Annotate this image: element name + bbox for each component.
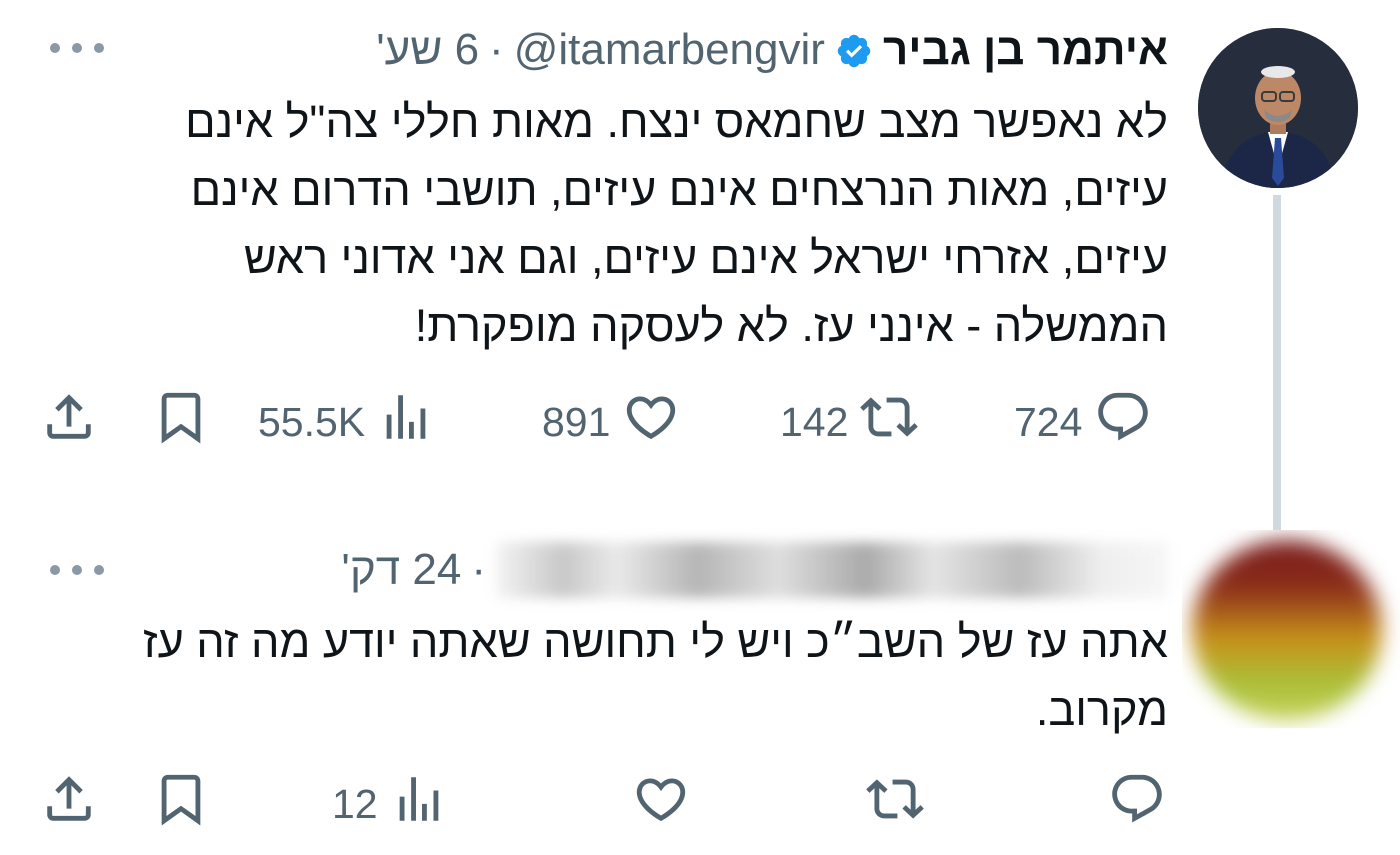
separator-dot: · (471, 545, 486, 594)
reply-icon (1108, 770, 1166, 838)
share-icon (40, 770, 98, 838)
reply-button[interactable]: 724 (1014, 392, 1152, 452)
like-button[interactable] (632, 774, 690, 834)
share-button[interactable] (40, 774, 98, 834)
retweet-icon (860, 388, 919, 456)
verified-icon (835, 31, 873, 69)
reply-author-avatar[interactable] (1182, 530, 1400, 728)
bookmark-button[interactable] (152, 774, 210, 834)
tweet-header: איתמר בן גביר @itamarbengvir · 6 שע' (376, 22, 1168, 78)
views-button[interactable]: 12 (332, 774, 448, 834)
retweet-button[interactable] (866, 774, 924, 834)
like-icon (632, 770, 690, 838)
views-button[interactable]: 55.5K (258, 392, 435, 452)
tweet-actions: 55.5K 891 142 724 (40, 392, 1180, 452)
reply-author-name-redacted (496, 542, 1168, 598)
bookmark-icon (152, 770, 210, 838)
author-name[interactable]: איתמר בן גביר (883, 25, 1168, 75)
reply-text: אתה עז של השב״כ ויש לי תחושה שאתה יודע מ… (143, 616, 1168, 735)
share-button[interactable] (40, 392, 98, 452)
author-avatar[interactable] (1198, 28, 1358, 188)
more-icon[interactable] (50, 563, 104, 577)
more-icon[interactable] (50, 41, 104, 55)
views-count: 55.5K (258, 398, 366, 445)
tweet-thread: איתמר בן גביר @itamarbengvir · 6 שע' לא … (0, 0, 1400, 855)
bookmark-button[interactable] (152, 392, 210, 452)
like-button[interactable]: 891 (542, 392, 680, 452)
likes-count: 891 (542, 398, 611, 445)
reply-button[interactable] (1108, 774, 1166, 834)
thread-line (1273, 195, 1281, 531)
reply-icon (1094, 388, 1152, 456)
reply-actions: 12 (40, 774, 1180, 834)
retweet-icon (866, 770, 924, 838)
reply-header: · 24 דק' (341, 542, 1168, 598)
views-count: 12 (332, 780, 378, 827)
tweet-timestamp[interactable]: 6 שע' (376, 25, 479, 75)
like-icon (622, 388, 680, 456)
replies-count: 724 (1014, 398, 1083, 445)
views-icon (390, 770, 448, 838)
views-icon (377, 388, 435, 456)
reply-timestamp[interactable]: 24 דק' (341, 545, 461, 595)
author-handle[interactable]: @itamarbengvir (514, 25, 825, 75)
tweet-text: לא נאפשר מצב שחמאס ינצח. מאות חללי צה"ל … (185, 96, 1168, 351)
share-icon (40, 388, 98, 456)
retweet-button[interactable]: 142 (780, 392, 919, 452)
separator-dot: · (489, 25, 504, 74)
bookmark-icon (152, 388, 210, 456)
retweets-count: 142 (780, 398, 849, 445)
